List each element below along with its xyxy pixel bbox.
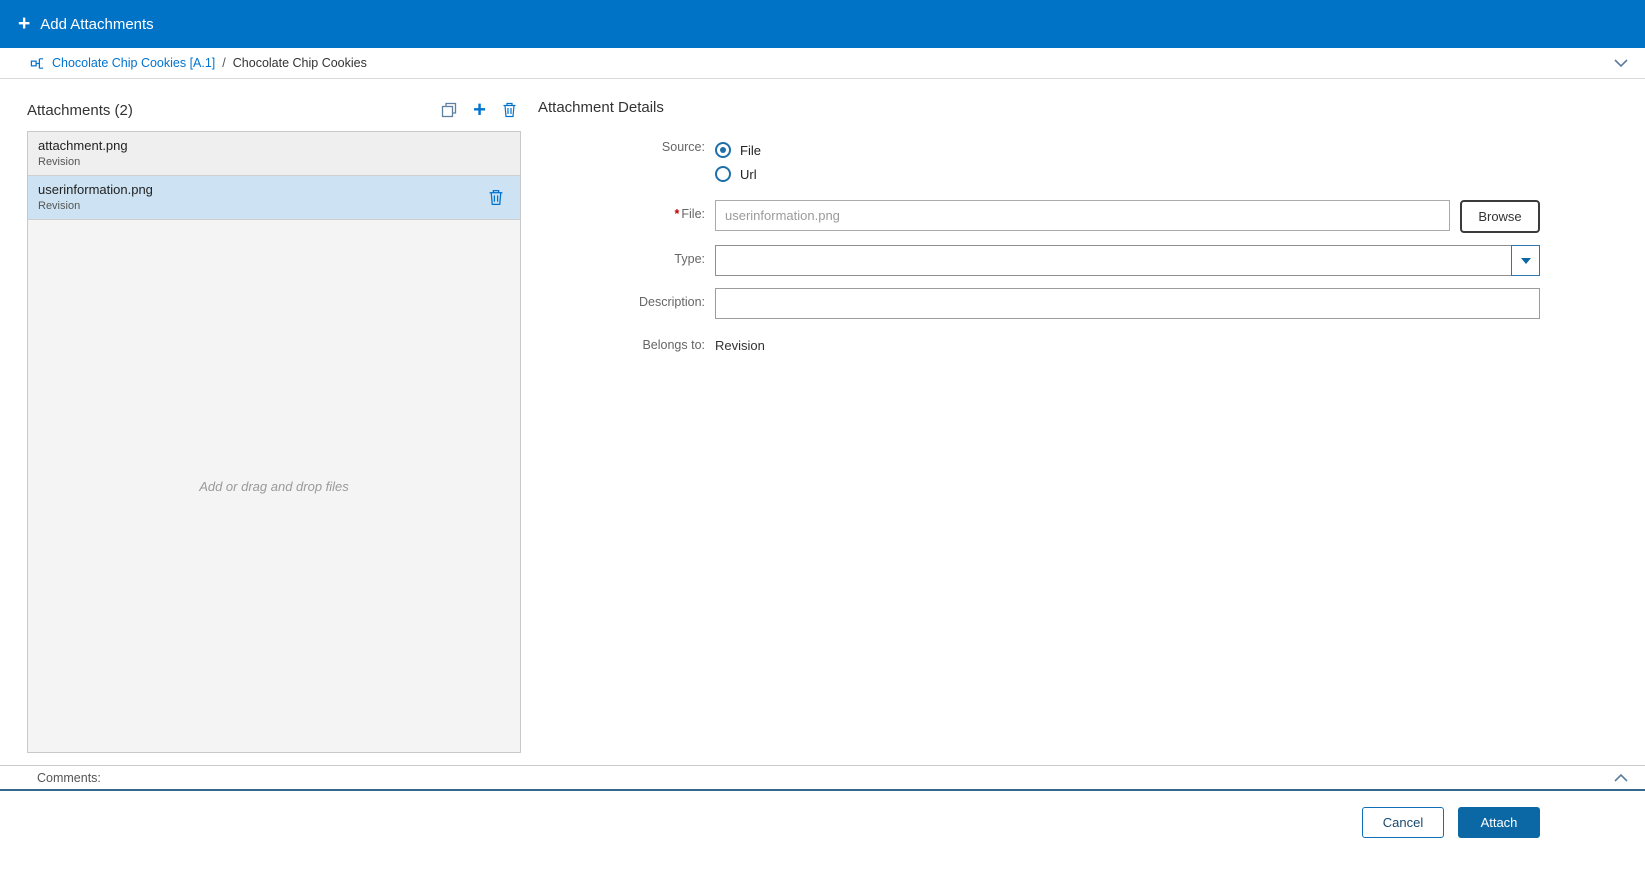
comments-label: Comments: <box>37 770 101 785</box>
attachment-row-text: userinformation.png Revision <box>38 182 153 212</box>
attachments-list: attachment.png Revision userinformation.… <box>27 131 521 753</box>
open-in-window-icon <box>441 102 457 118</box>
window-title: Add Attachments <box>40 15 154 33</box>
attachment-row-text: attachment.png Revision <box>38 138 128 168</box>
type-row: Type: <box>538 245 1540 276</box>
plus-icon: + <box>473 97 486 122</box>
attachment-details-panel: Attachment Details Source: File Url * Fil… <box>521 93 1645 753</box>
description-label: Description: <box>639 295 705 309</box>
type-label: Type: <box>674 252 705 266</box>
part-structure-icon <box>30 56 45 71</box>
source-option-file[interactable]: File <box>715 142 1540 158</box>
file-input[interactable] <box>715 200 1450 231</box>
browse-button[interactable]: Browse <box>1460 200 1540 233</box>
delete-row-button[interactable] <box>488 189 504 206</box>
required-marker: * <box>674 207 680 221</box>
breadcrumb-current: Chocolate Chip Cookies <box>232 56 367 70</box>
file-dropzone[interactable]: Add or drag and drop files <box>28 220 520 752</box>
comments-bar: Comments: <box>0 765 1645 791</box>
main-content: Attachments (2) + attachment.png Revisio… <box>0 79 1645 765</box>
attachments-title: Attachments (2) <box>27 101 133 119</box>
description-field-group <box>715 288 1540 319</box>
footer-actions: Cancel Attach <box>0 791 1645 838</box>
type-dropdown-button[interactable] <box>1511 245 1540 276</box>
delete-attachment-button[interactable] <box>502 102 517 118</box>
type-field-group <box>715 245 1540 276</box>
comments-collapse-button[interactable] <box>1613 773 1629 783</box>
attachment-name: userinformation.png <box>38 182 153 197</box>
source-option-url[interactable]: Url <box>715 166 1540 182</box>
breadcrumb: Chocolate Chip Cookies [A.1] / Chocolate… <box>0 48 1645 79</box>
chevron-up-icon <box>1613 773 1629 783</box>
radio-unselected-icon[interactable] <box>715 166 731 182</box>
breadcrumb-root-link[interactable]: Chocolate Chip Cookies [A.1] <box>52 56 215 70</box>
add-attachments-icon: + <box>18 11 31 35</box>
belongs-to-label: Belongs to: <box>642 338 705 352</box>
dropzone-hint: Add or drag and drop files <box>199 478 349 494</box>
cancel-button[interactable]: Cancel <box>1362 807 1444 838</box>
source-row: Source: File Url <box>538 138 1540 182</box>
attachments-panel-header: Attachments (2) + <box>27 99 521 121</box>
attachment-row[interactable]: attachment.png Revision <box>28 132 520 176</box>
attachments-panel: Attachments (2) + attachment.png Revisio… <box>27 93 521 753</box>
source-option-url-label: Url <box>740 166 757 182</box>
window-header: + Add Attachments <box>0 0 1645 48</box>
description-row: Description: <box>538 288 1540 319</box>
attach-button[interactable]: Attach <box>1458 807 1540 838</box>
open-in-window-button[interactable] <box>441 102 457 118</box>
attachment-belongs-to: Revision <box>38 200 81 212</box>
belongs-to-value: Revision <box>715 338 765 353</box>
attachment-name: attachment.png <box>38 138 128 153</box>
breadcrumb-collapse-button[interactable] <box>1613 58 1629 68</box>
attachment-details-title: Attachment Details <box>538 99 664 116</box>
trash-icon <box>488 189 504 206</box>
radio-selected-icon[interactable] <box>715 142 731 158</box>
file-row: *File: Browse <box>538 200 1540 233</box>
add-attachment-button[interactable]: + <box>473 99 486 121</box>
type-input[interactable] <box>715 245 1511 276</box>
attachments-toolbar: + <box>441 99 521 121</box>
dropdown-arrow-icon <box>1520 257 1531 264</box>
attachment-row-selected[interactable]: userinformation.png Revision <box>28 176 520 220</box>
breadcrumb-separator: / <box>222 56 226 70</box>
attachment-belongs-to: Revision <box>38 156 81 168</box>
source-label: Source: <box>661 140 705 154</box>
file-label: * File: <box>538 200 715 233</box>
file-field-group: Browse <box>715 200 1540 233</box>
source-option-file-label: File <box>740 142 761 158</box>
trash-icon <box>502 102 517 118</box>
chevron-down-icon <box>1613 58 1629 68</box>
belongs-to-row: Belongs to: Revision <box>538 331 1540 353</box>
description-input[interactable] <box>715 288 1540 319</box>
source-radio-group: File Url <box>715 138 1540 182</box>
file-label-text: File: <box>681 207 705 221</box>
